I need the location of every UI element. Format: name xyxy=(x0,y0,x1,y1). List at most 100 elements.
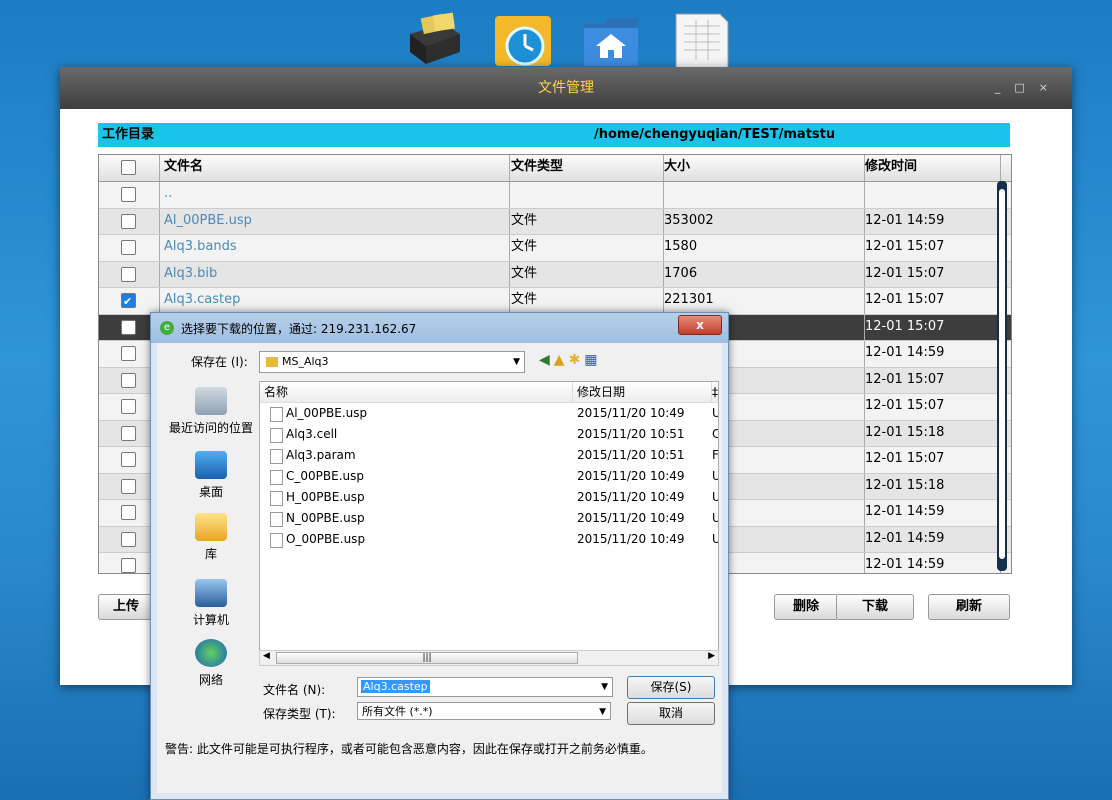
spreadsheet-icon[interactable] xyxy=(670,10,732,68)
file-icon xyxy=(270,407,283,422)
row-name[interactable]: Alq3.castep xyxy=(160,288,510,314)
place-recent[interactable]: 最近访问的位置 xyxy=(165,387,257,436)
row-select-cell xyxy=(99,182,160,208)
close-icon[interactable]: × xyxy=(1039,81,1062,94)
row-name[interactable]: Al_00PBE.usp xyxy=(160,208,510,234)
save-button[interactable]: 保存(S) xyxy=(627,676,715,699)
table-scrollbar[interactable] xyxy=(997,181,1007,571)
row-time: 12-01 15:18 xyxy=(859,420,1001,446)
scroll-right-icon[interactable]: ▶ xyxy=(708,651,715,661)
row-select-cell xyxy=(99,208,160,234)
list-header-type[interactable]: ‡ xyxy=(712,382,718,402)
table-row[interactable]: Al_00PBE.usp 文件 353002 12-01 14:59 xyxy=(99,208,1011,235)
new-folder-icon[interactable]: ✱ xyxy=(569,352,585,368)
row-time: 12-01 14:59 xyxy=(859,500,1001,526)
list-item[interactable]: H_00PBE.usp 2015/11/20 10:49 U xyxy=(260,487,718,508)
place-computer[interactable]: 计算机 xyxy=(165,579,257,628)
row-name[interactable]: .. xyxy=(160,182,510,208)
up-folder-icon[interactable]: ▲ xyxy=(554,352,569,368)
list-item-name: H_00PBE.usp xyxy=(286,490,365,504)
row-checkbox[interactable] xyxy=(121,187,136,202)
dialog-toolbar: ◀▲✱▦ xyxy=(539,352,602,368)
row-checkbox[interactable] xyxy=(121,425,136,441)
delete-button[interactable]: 删除 xyxy=(774,594,838,620)
row-checkbox[interactable] xyxy=(121,240,136,255)
row-checkbox[interactable] xyxy=(121,290,136,314)
dialog-close-button[interactable]: x xyxy=(678,315,722,335)
place-computer-label: 计算机 xyxy=(192,613,229,627)
hscroll-thumb[interactable]: ||| xyxy=(276,652,578,664)
row-time: 12-01 14:59 xyxy=(859,553,1001,573)
list-item[interactable]: O_00PBE.usp 2015/11/20 10:49 U xyxy=(260,529,718,550)
select-all-checkbox[interactable] xyxy=(121,160,136,175)
row-time: 12-01 15:07 xyxy=(859,314,1001,340)
library-icon xyxy=(195,513,227,541)
upload-button[interactable]: 上传 xyxy=(98,594,154,620)
place-network-label: 网络 xyxy=(198,673,223,687)
list-item-date: 2015/11/20 10:49 xyxy=(577,532,685,546)
scrollbar-thumb[interactable] xyxy=(999,189,1005,559)
table-row[interactable]: Alq3.castep文件22130112-01 15:07 xyxy=(99,288,1011,315)
dialog-body: 保存在 (I): MS_Alq3 ▼ ◀▲✱▦ 最近访问的位置 桌面 库 计算机… xyxy=(157,343,722,793)
header-name[interactable]: 文件名 xyxy=(160,155,510,181)
place-library[interactable]: 库 xyxy=(165,513,257,562)
cancel-button[interactable]: 取消 xyxy=(627,702,715,725)
list-item-name: N_00PBE.usp xyxy=(286,511,365,525)
list-item-type: C xyxy=(712,424,718,445)
header-size[interactable]: 大小 xyxy=(658,155,865,181)
row-checkbox[interactable] xyxy=(121,399,136,414)
header-type[interactable]: 文件类型 xyxy=(505,155,664,181)
chevron-down-icon: ▼ xyxy=(513,357,520,367)
row-checkbox[interactable] xyxy=(121,319,136,335)
row-checkbox[interactable] xyxy=(121,213,136,229)
list-header-date[interactable]: 修改日期 xyxy=(573,382,712,402)
table-row[interactable]: Alq3.bands 文件 1580 12-01 15:07 xyxy=(99,235,1011,262)
list-item[interactable]: Al_00PBE.usp 2015/11/20 10:49 U xyxy=(260,403,718,424)
clock-icon[interactable] xyxy=(493,10,555,68)
view-menu-icon[interactable]: ▦ xyxy=(584,352,601,368)
folder-icon xyxy=(266,357,278,367)
row-checkbox[interactable] xyxy=(121,478,136,494)
list-item[interactable]: Alq3.cell 2015/11/20 10:51 C xyxy=(260,424,718,445)
list-item-date: 2015/11/20 10:49 xyxy=(577,490,685,504)
scroll-left-icon[interactable]: ◀ xyxy=(263,651,270,661)
list-header-name[interactable]: 名称 xyxy=(260,382,573,402)
place-network[interactable]: 网络 xyxy=(165,639,257,688)
minimize-icon[interactable]: _ xyxy=(995,81,1015,94)
refresh-button[interactable]: 刷新 xyxy=(928,594,1010,620)
row-checkbox[interactable] xyxy=(121,558,136,573)
row-checkbox[interactable] xyxy=(121,346,136,361)
recent-places-icon xyxy=(195,387,227,415)
place-desktop[interactable]: 桌面 xyxy=(165,451,257,500)
file-list-hscrollbar[interactable]: ◀ ||| ▶ xyxy=(259,650,719,666)
filename-input[interactable]: Alq3.castep ▼ xyxy=(357,677,613,697)
dialog-titlebar[interactable]: e 选择要下载的位置，通过: 219.231.162.67 x xyxy=(151,313,728,343)
row-name[interactable]: Alq3.bib xyxy=(160,261,510,287)
row-checkbox[interactable] xyxy=(121,452,136,467)
file-icon xyxy=(270,533,283,548)
list-item[interactable]: C_00PBE.usp 2015/11/20 10:49 U xyxy=(260,466,718,487)
maximize-icon[interactable]: □ xyxy=(1014,81,1038,94)
table-row[interactable]: Alq3.bib 文件 1706 12-01 15:07 xyxy=(99,261,1011,288)
header-time[interactable]: 修改时间 xyxy=(859,155,1001,181)
window-titlebar[interactable]: 文件管理 _□× xyxy=(60,67,1072,109)
row-checkbox[interactable] xyxy=(121,505,136,520)
back-icon[interactable]: ◀ xyxy=(539,352,554,368)
row-checkbox[interactable] xyxy=(121,372,136,388)
save-in-dropdown[interactable]: MS_Alq3 ▼ xyxy=(259,351,525,373)
filename-value[interactable]: Alq3.castep xyxy=(361,680,430,693)
list-item[interactable]: Alq3.param 2015/11/20 10:51 F xyxy=(260,445,718,466)
download-button[interactable]: 下载 xyxy=(836,594,914,620)
list-item-type: U xyxy=(712,529,718,550)
file-cabinet-icon[interactable] xyxy=(404,10,466,68)
table-row[interactable]: .. xyxy=(99,182,1011,209)
chevron-down-icon[interactable]: ▼ xyxy=(601,678,608,696)
home-folder-icon[interactable] xyxy=(580,10,642,68)
filename-label: 文件名 (N): xyxy=(263,683,326,697)
row-checkbox[interactable] xyxy=(121,531,136,547)
list-item[interactable]: N_00PBE.usp 2015/11/20 10:49 U xyxy=(260,508,718,529)
row-name[interactable]: Alq3.bands xyxy=(160,235,510,261)
chevron-down-icon[interactable]: ▼ xyxy=(599,703,606,721)
row-checkbox[interactable] xyxy=(121,266,136,282)
filetype-select[interactable]: 所有文件 (*.*) ▼ xyxy=(357,702,611,720)
